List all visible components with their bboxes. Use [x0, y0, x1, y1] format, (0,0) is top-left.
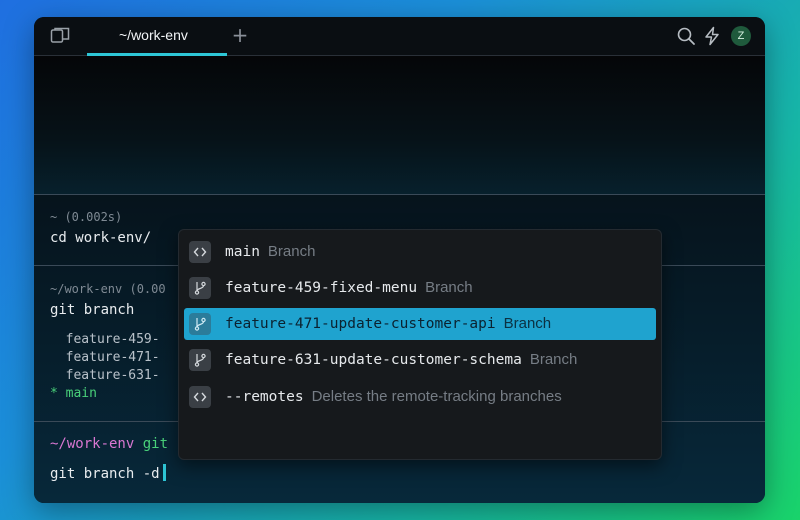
suggestion-desc: Branch	[503, 315, 552, 332]
suggestion-text: feature-459-fixed-menu	[225, 280, 418, 296]
output-line: feature-471-	[50, 350, 160, 365]
suggestion-item[interactable]: --remotes Deletes the remote-tracking bra…	[184, 381, 656, 413]
suggestion-desc: Deletes the remote-tracking branches	[311, 388, 562, 405]
suggestion-desc: Branch	[267, 243, 316, 260]
split-pane-icon[interactable]	[50, 27, 70, 45]
suggestion-item-selected[interactable]: feature-471-update-customer-api Branch	[184, 308, 656, 340]
tab-work-env[interactable]: ~/work-env	[87, 17, 227, 56]
search-icon[interactable]	[676, 26, 696, 46]
avatar[interactable]: Z	[731, 26, 751, 46]
code-icon	[189, 386, 211, 408]
current-branch: main	[65, 386, 97, 401]
code-icon	[189, 241, 211, 263]
empty-scrollback	[34, 56, 765, 194]
prompt-git: git	[142, 436, 169, 452]
suggestion-desc: Branch	[529, 351, 578, 368]
block-command: cd work-env/	[50, 230, 152, 246]
suggestion-item[interactable]: feature-459-fixed-menu Branch	[184, 272, 656, 304]
suggestion-desc: Branch	[425, 279, 473, 296]
tab-bar: ~/work-env + Z	[34, 17, 765, 56]
git-branch-icon	[189, 349, 211, 371]
text-cursor	[162, 464, 166, 481]
tab-title: ~/work-env	[119, 27, 188, 43]
block-meta: ~ (0.002s)	[50, 210, 123, 224]
terminal-window: ~/work-env + Z ~ (0.002s) cd work-env/ ~…	[34, 17, 765, 503]
block-meta: ~/work-env (0.00	[50, 282, 166, 296]
suggestion-text: main	[225, 244, 260, 260]
output-line-current-branch: * main	[50, 386, 97, 401]
prompt: ~/work-env git	[50, 436, 168, 452]
suggestion-text: --remotes	[225, 389, 304, 405]
suggestion-text: feature-471-update-customer-api	[225, 316, 496, 332]
output-line: feature-459-	[50, 332, 160, 347]
command-input[interactable]: git branch -d	[50, 464, 166, 482]
suggestion-item[interactable]: main Branch	[184, 236, 656, 268]
bolt-icon[interactable]	[702, 26, 722, 46]
completion-menu: main Branch feature-459-fixed-menu Branch …	[178, 229, 662, 460]
suggestion-item[interactable]: feature-631-update-customer-schema Branch	[184, 344, 656, 376]
suggestion-text: feature-631-update-customer-schema	[225, 352, 522, 368]
new-tab-button[interactable]: +	[230, 22, 250, 48]
output-line: feature-631-	[50, 368, 160, 383]
git-branch-icon	[189, 277, 211, 299]
git-branch-icon	[189, 313, 211, 335]
input-text: git branch -d	[50, 466, 160, 482]
prompt-path: ~/work-env	[50, 436, 135, 452]
block-command: git branch	[50, 302, 135, 318]
current-marker: *	[50, 386, 66, 401]
